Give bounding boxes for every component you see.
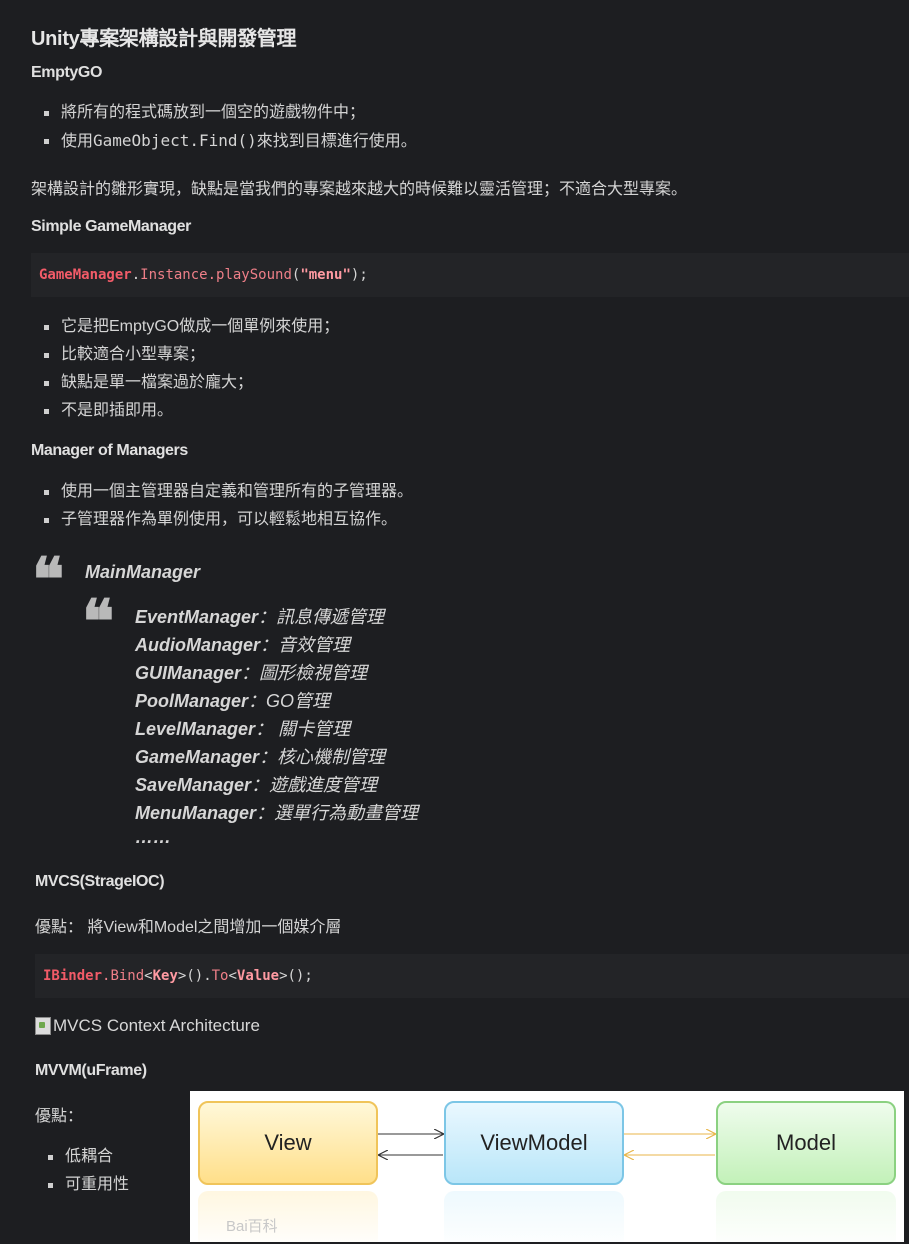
bullet-icon	[44, 381, 49, 386]
list-item: 可重用性	[35, 1171, 129, 1199]
sub-manager-item: AudioManager：音效管理	[135, 635, 351, 655]
quote-icon: ❝	[32, 545, 65, 615]
heading-mvcs: MVCS(StrageIOC)	[35, 873, 165, 890]
heading-mvvm: MVVM(uFrame)	[35, 1062, 147, 1079]
emptygo-list: 將所有的程式碼放到一個空的遊戲物件中； 使用GameObject.Find()來…	[31, 99, 417, 155]
page-title: Unity專案架構設計與開發管理	[31, 28, 297, 50]
list-item: 缺點是單一檔案過於龐大；	[31, 369, 339, 397]
sub-manager-item: GameManager：核心機制管理	[135, 747, 386, 767]
bullet-icon	[48, 1155, 53, 1160]
bullet-icon	[44, 353, 49, 358]
code-block-ibinder: IBinder .Bind < Key >(). To < Value >();	[35, 954, 909, 998]
quote-icon: ❝	[82, 587, 115, 657]
sub-manager-item: EventManager：訊息傳遞管理	[135, 607, 385, 627]
quote-main-manager: MainManager	[85, 562, 201, 582]
list-item: 它是把EmptyGO做成一個單例來使用；	[31, 313, 339, 341]
diagram-arrows	[378, 1091, 904, 1242]
heading-manager-of-managers: Manager of Managers	[31, 442, 188, 459]
mvvm-diagram-image: View ViewModel Model Bai百科	[190, 1091, 904, 1242]
list-item: 將所有的程式碼放到一個空的遊戲物件中；	[31, 99, 417, 127]
code-block-gamemanager: GameManager. Instance.playSound("menu");	[31, 253, 909, 297]
mvvm-list: 低耦合 可重用性	[35, 1143, 129, 1199]
list-item: 不是即插即用。	[31, 397, 339, 425]
sub-manager-ellipsis: ……	[135, 827, 171, 847]
mvcs-pros: 優點： 將View和Model之間增加一個媒介層	[35, 919, 342, 936]
bullet-icon	[44, 111, 49, 116]
inline-code: GameObject.Find()	[93, 131, 257, 150]
bullet-icon	[44, 409, 49, 414]
heading-simple-gamemanager: Simple GameManager	[31, 218, 191, 235]
sub-manager-item: LevelManager： 關卡管理	[135, 719, 351, 739]
bullet-icon	[44, 139, 49, 144]
mvvm-pros: 優點：	[35, 1108, 84, 1125]
baidu-watermark: Bai百科	[226, 1218, 278, 1235]
list-item: 使用GameObject.Find()來找到目標進行使用。	[31, 127, 417, 155]
list-item: 使用一個主管理器自定義和管理所有的子管理器。	[31, 478, 413, 506]
broken-image-mvcs-architecture: MVCS Context Architecture	[35, 1016, 260, 1036]
heading-emptygo: EmptyGO	[31, 64, 102, 81]
list-item: 子管理器作為單例使用，可以輕鬆地相互協作。	[31, 506, 413, 534]
emptygo-note: 架構設計的雛形實現，缺點是當我們的專案越來越大的時候難以靈活管理；不適合大型專案…	[31, 181, 688, 198]
simple-list: 它是把EmptyGO做成一個單例來使用； 比較適合小型專案； 缺點是單一檔案過於…	[31, 313, 339, 425]
bullet-icon	[44, 490, 49, 495]
sub-manager-item: GUIManager：圖形檢視管理	[135, 663, 368, 683]
sub-manager-item: PoolManager：GO管理	[135, 691, 331, 711]
sub-manager-item: SaveManager：遊戲進度管理	[135, 775, 378, 795]
mom-list: 使用一個主管理器自定義和管理所有的子管理器。 子管理器作為單例使用，可以輕鬆地相…	[31, 478, 413, 534]
broken-image-icon	[35, 1017, 51, 1035]
sub-manager-item: MenuManager：選單行為動畫管理	[135, 803, 419, 823]
bullet-icon	[44, 325, 49, 330]
bullet-icon	[44, 518, 49, 523]
bullet-icon	[48, 1183, 53, 1188]
list-item: 低耦合	[35, 1143, 129, 1171]
list-item: 比較適合小型專案；	[31, 341, 339, 369]
